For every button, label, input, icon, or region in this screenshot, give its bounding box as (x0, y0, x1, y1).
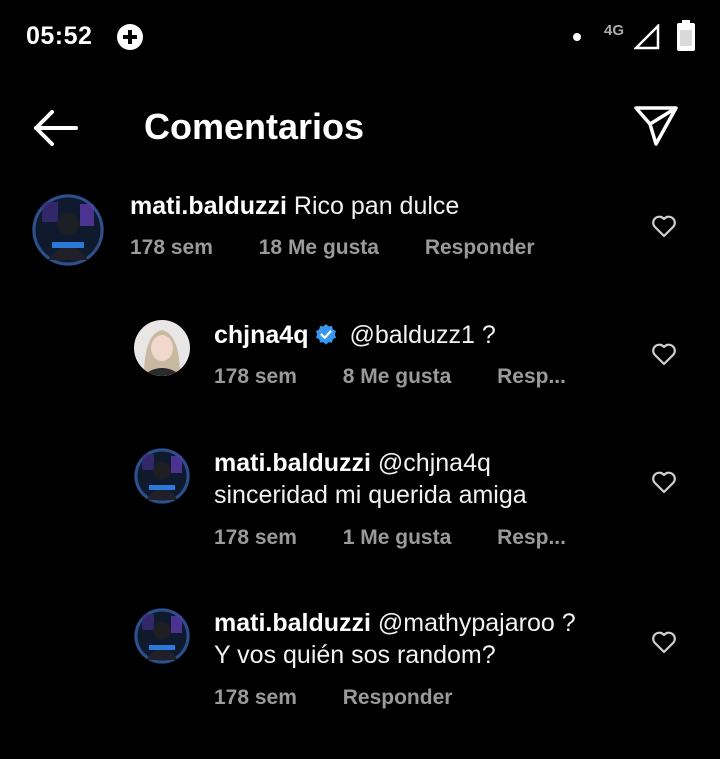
comment-username[interactable]: mati.balduzzi (214, 609, 371, 637)
comment-meta: 178 sem Responder (214, 686, 452, 710)
avatar-image (134, 448, 190, 504)
comment-body: sinceridad mi querida amiga (214, 481, 527, 509)
comment-likes[interactable]: 18 Me gusta (259, 236, 379, 260)
comment-text: mati.balduzzi Rico pan dulce (130, 190, 459, 222)
comment-meta: 178 sem 1 Me gusta Resp... (214, 526, 566, 550)
heart-icon[interactable] (651, 470, 677, 494)
avatar[interactable] (134, 320, 190, 376)
comment-meta: 178 sem 18 Me gusta Responder (130, 236, 535, 260)
reply-button[interactable]: Resp... (497, 526, 566, 550)
comment-body: @balduzz1 ? (349, 321, 496, 349)
reply-item: mati.balduzzi @chjna4q sinceridad mi que… (0, 446, 720, 556)
comment-body: Rico pan dulce (293, 192, 460, 220)
reply-item: mati.balduzzi @mathypajaroo ? Y vos quié… (0, 606, 720, 716)
comment-item: mati.balduzzi Rico pan dulce 178 sem 18 … (0, 190, 720, 280)
comment-username[interactable]: chjna4q (214, 321, 308, 349)
comment-time: 178 sem (130, 236, 213, 259)
comment-text: chjna4q @balduzz1 ? (214, 319, 496, 351)
status-bar: 05:52 4G (0, 0, 720, 72)
back-arrow-icon[interactable] (30, 108, 80, 148)
comment-time: 178 sem (214, 686, 297, 709)
comment-username[interactable]: mati.balduzzi (130, 192, 287, 220)
comment-mention[interactable]: @chjna4q (378, 449, 491, 477)
avatar-image (32, 194, 104, 266)
page-title: Comentarios (144, 106, 365, 147)
notification-dot-icon (573, 33, 581, 41)
reply-button[interactable]: Resp... (497, 365, 566, 389)
verified-badge-icon (316, 324, 337, 345)
plus-circle-icon (117, 24, 143, 50)
comment-likes[interactable]: 1 Me gusta (343, 526, 452, 550)
heart-icon[interactable] (651, 630, 677, 654)
battery-icon (677, 20, 695, 51)
comment-mention[interactable]: @mathypajaroo ? (378, 609, 576, 637)
avatar-image (134, 320, 190, 376)
send-icon[interactable] (632, 104, 680, 148)
signal-icon (634, 24, 660, 50)
comment-text: mati.balduzzi @mathypajaroo ? Y vos quié… (214, 607, 576, 671)
comment-meta: 178 sem 8 Me gusta Resp... (214, 365, 566, 389)
comments-header: Comentarios (0, 96, 720, 160)
status-time: 05:52 (26, 22, 93, 50)
heart-icon[interactable] (651, 214, 677, 238)
reply-button[interactable]: Responder (343, 686, 453, 710)
avatar[interactable] (134, 448, 190, 504)
comment-text: mati.balduzzi @chjna4q sinceridad mi que… (214, 447, 527, 511)
avatar[interactable] (134, 608, 190, 664)
comment-body: Y vos quién sos random? (214, 641, 496, 669)
reply-item: chjna4q @balduzz1 ? 178 sem 8 Me gusta R… (0, 318, 720, 408)
comment-username[interactable]: mati.balduzzi (214, 449, 371, 477)
network-type: 4G (604, 22, 625, 39)
comment-time: 178 sem (214, 365, 297, 388)
comment-time: 178 sem (214, 526, 297, 549)
avatar-image (134, 608, 190, 664)
comment-likes[interactable]: 8 Me gusta (343, 365, 452, 389)
heart-icon[interactable] (651, 342, 677, 366)
avatar[interactable] (32, 194, 104, 266)
reply-button[interactable]: Responder (425, 236, 535, 260)
